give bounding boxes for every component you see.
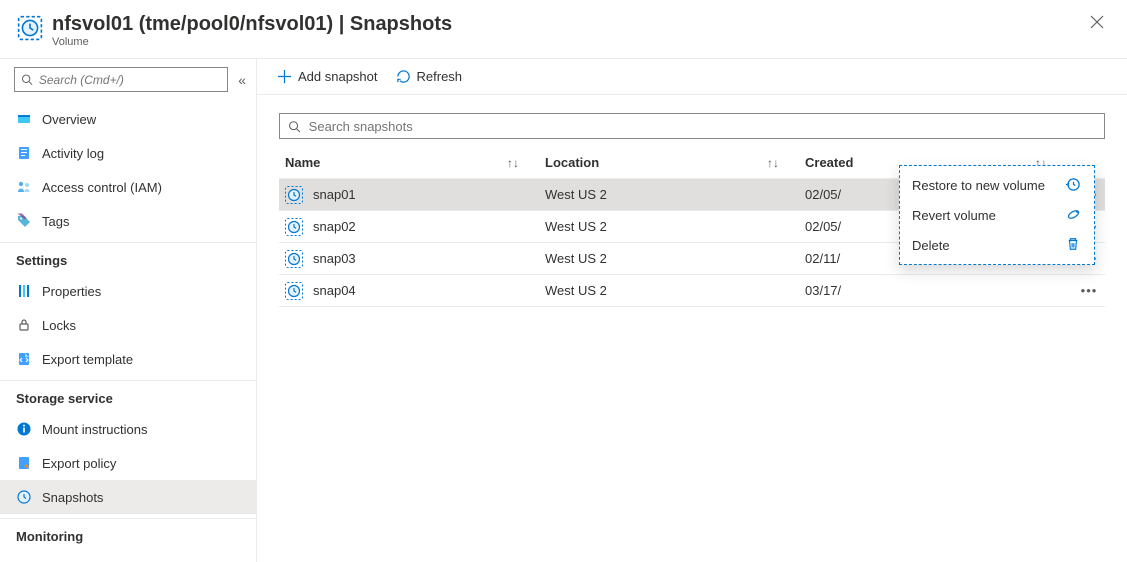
sidebar-item-activity-log[interactable]: Activity log	[0, 136, 256, 170]
search-icon	[21, 73, 33, 86]
name-cell: snap02	[285, 218, 545, 236]
snapshot-name: snap03	[313, 251, 356, 266]
main-pane: Add snapshot Refresh Name ↑↓ Loca	[257, 59, 1127, 562]
info-icon	[16, 421, 32, 437]
toolbar: Add snapshot Refresh	[257, 59, 1127, 95]
sidebar-item-snapshots[interactable]: Snapshots	[0, 480, 256, 514]
row-more-button[interactable]: •••	[1073, 283, 1105, 298]
refresh-button[interactable]: Refresh	[396, 69, 463, 84]
sidebar-item-label: Snapshots	[42, 490, 103, 505]
page-title: nfsvol01 (tme/pool0/nfsvol01) | Snapshot…	[52, 12, 452, 36]
name-cell: snap01	[285, 186, 545, 204]
snapshot-name: snap02	[313, 219, 356, 234]
search-icon	[288, 120, 301, 133]
refresh-icon	[396, 69, 411, 84]
sort-icon: ↑↓	[767, 156, 779, 170]
revert-volume-item[interactable]: Revert volume	[900, 200, 1094, 230]
sidebar-item-label: Properties	[42, 284, 101, 299]
nav-section-monitoring: Monitoring	[0, 518, 256, 550]
sidebar-item-label: Locks	[42, 318, 76, 333]
sidebar-item-label: Activity log	[42, 146, 104, 161]
sidebar-item-access-control[interactable]: Access control (IAM)	[0, 170, 256, 204]
restore-to-new-volume-item[interactable]: Restore to new volume	[900, 170, 1094, 200]
volume-snapshot-icon	[16, 14, 44, 42]
name-cell: snap03	[285, 250, 545, 268]
location-cell: West US 2	[545, 283, 805, 298]
row-context-menu: Restore to new volume Revert volume Dele…	[899, 165, 1095, 265]
snapshot-icon	[16, 489, 32, 505]
name-cell: snap04	[285, 282, 545, 300]
snapshot-icon	[285, 186, 303, 204]
sidebar-search-input[interactable]	[39, 73, 221, 87]
sidebar-item-properties[interactable]: Properties	[0, 274, 256, 308]
lock-icon	[16, 317, 32, 333]
sidebar-item-label: Export template	[42, 352, 133, 367]
snapshot-name: snap04	[313, 283, 356, 298]
activity-icon	[16, 145, 32, 161]
sidebar-item-export-template[interactable]: Export template	[0, 342, 256, 376]
page-subtitle: Volume	[52, 36, 452, 48]
sidebar-item-export-policy[interactable]: Export policy	[0, 446, 256, 480]
add-snapshot-button[interactable]: Add snapshot	[277, 69, 378, 84]
sidebar-item-label: Access control (IAM)	[42, 180, 162, 195]
snapshot-icon	[285, 282, 303, 300]
header-text: nfsvol01 (tme/pool0/nfsvol01) | Snapshot…	[52, 12, 452, 48]
snapshot-search[interactable]	[279, 113, 1105, 139]
properties-icon	[16, 283, 32, 299]
column-location[interactable]: Location ↑↓	[545, 155, 805, 170]
sidebar: « Overview Activity log Access control (IA…	[0, 59, 257, 562]
column-name[interactable]: Name ↑↓	[285, 155, 545, 170]
overview-icon	[16, 111, 32, 127]
snapshot-name: snap01	[313, 187, 356, 202]
location-cell: West US 2	[545, 187, 805, 202]
sidebar-item-label: Export policy	[42, 456, 116, 471]
sidebar-search[interactable]	[14, 67, 228, 92]
nav-section-settings: Settings	[0, 242, 256, 274]
sort-icon: ↑↓	[507, 156, 519, 170]
policy-icon	[16, 455, 32, 471]
sidebar-item-metrics[interactable]: Metrics	[0, 550, 256, 562]
snapshot-icon	[285, 250, 303, 268]
collapse-sidebar-button[interactable]: «	[238, 72, 246, 88]
sidebar-item-label: Mount instructions	[42, 422, 148, 437]
created-cell: 03/17/	[805, 283, 1073, 298]
tags-icon	[16, 213, 32, 229]
location-cell: West US 2	[545, 219, 805, 234]
sidebar-item-label: Tags	[42, 214, 69, 229]
sidebar-item-mount-instructions[interactable]: Mount instructions	[0, 412, 256, 446]
nav-section-storage-service: Storage service	[0, 380, 256, 412]
iam-icon	[16, 179, 32, 195]
table-row[interactable]: snap04 West US 203/17/•••	[279, 275, 1105, 307]
location-cell: West US 2	[545, 251, 805, 266]
trash-icon	[1066, 237, 1082, 253]
delete-item[interactable]: Delete	[900, 230, 1094, 260]
sidebar-item-label: Overview	[42, 112, 96, 127]
sidebar-item-tags[interactable]: Tags	[0, 204, 256, 238]
revert-icon	[1066, 207, 1082, 223]
plus-icon	[277, 69, 292, 84]
page-header: nfsvol01 (tme/pool0/nfsvol01) | Snapshot…	[0, 0, 1127, 59]
snapshot-icon	[285, 218, 303, 236]
sidebar-item-overview[interactable]: Overview	[0, 102, 256, 136]
close-button[interactable]	[1087, 12, 1107, 32]
template-icon	[16, 351, 32, 367]
snapshot-search-input[interactable]	[309, 119, 1096, 134]
restore-icon	[1066, 177, 1082, 193]
sidebar-item-locks[interactable]: Locks	[0, 308, 256, 342]
